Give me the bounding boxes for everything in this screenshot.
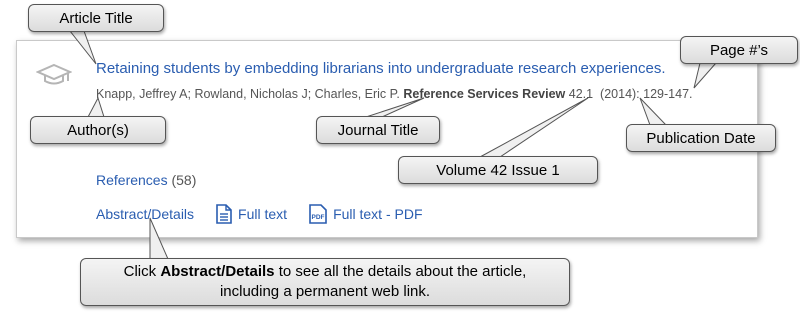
callout-click-abstract: Click Abstract/Details to see all the de… [80, 258, 570, 306]
callout-click-line2: including a permanent web link. [219, 283, 431, 300]
callout-volume-issue: Volume 42 Issue 1 [398, 156, 598, 184]
callout-page-numbers: Page #’s [680, 36, 798, 64]
callout-click-line1: Click Abstract/Details to see all the de… [123, 263, 527, 280]
callout-authors: Author(s) [30, 116, 166, 144]
callout-journal-title: Journal Title [316, 116, 440, 144]
callout-article-title: Article Title [28, 4, 164, 32]
callout-publication-date: Publication Date [626, 124, 776, 152]
callout-click-bold: Abstract/Details [160, 263, 275, 280]
